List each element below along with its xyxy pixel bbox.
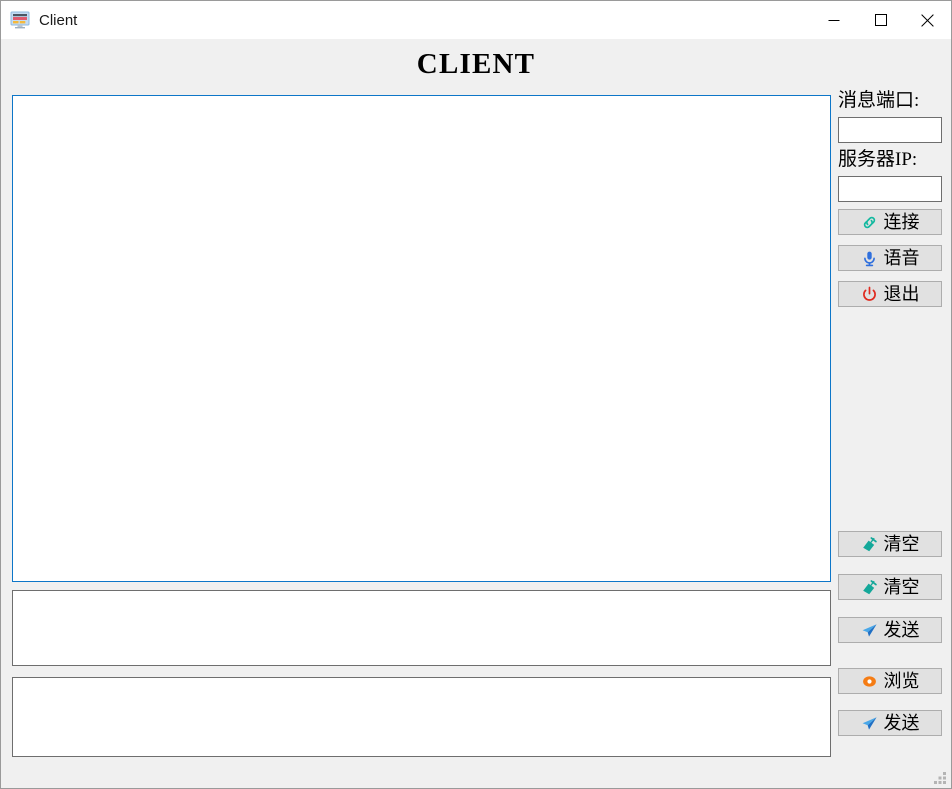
send-file-button[interactable]: 发送 <box>838 710 942 736</box>
send-message-button-label: 发送 <box>883 620 920 640</box>
minimize-button[interactable] <box>810 1 857 39</box>
exit-button[interactable]: 退出 <box>838 281 942 307</box>
window-title: Client <box>39 11 78 29</box>
voice-button-label: 语音 <box>883 248 920 268</box>
clear-message-button-label: 清空 <box>883 577 920 597</box>
browse-button[interactable]: 浏览 <box>838 668 942 694</box>
page-title: CLIENT <box>416 47 536 80</box>
send-file-button-label: 发送 <box>883 713 920 733</box>
connect-button-label: 连接 <box>883 212 920 232</box>
broom-icon <box>861 579 878 596</box>
side-panel: 消息端口: 服务器IP: 连接 语音 退出 清空 清空 发送 浏览 发送 <box>838 89 942 788</box>
close-button[interactable] <box>904 1 951 39</box>
connect-button[interactable]: 连接 <box>838 209 942 235</box>
client-window: Client CLIENT 消息端口: 服务器IP: 连接 语音 退出 清空 清… <box>0 0 952 789</box>
message-textarea-content <box>13 591 830 665</box>
resize-grip-icon <box>934 772 946 784</box>
message-textarea[interactable] <box>12 590 831 666</box>
clear-log-button[interactable]: 清空 <box>838 531 942 557</box>
title-bar: Client <box>1 1 951 39</box>
title-bar-left: Client <box>1 11 77 29</box>
window-controls <box>810 1 951 39</box>
maximize-icon <box>874 14 887 26</box>
page-header: CLIENT <box>1 39 951 89</box>
file-textarea[interactable] <box>12 677 831 757</box>
resize-grip[interactable] <box>934 771 948 785</box>
send-message-button[interactable]: 发送 <box>838 617 942 643</box>
ip-label: 服务器IP: <box>838 149 918 170</box>
voice-button[interactable]: 语音 <box>838 245 942 271</box>
send-icon <box>861 715 878 732</box>
clear-message-button[interactable]: 清空 <box>838 574 942 600</box>
monitor-icon <box>10 11 30 29</box>
link-icon <box>861 214 878 231</box>
ip-input[interactable] <box>838 176 942 202</box>
port-label: 消息端口: <box>838 90 920 111</box>
log-textarea-content <box>13 96 830 581</box>
send-icon <box>861 622 878 639</box>
clear-log-button-label: 清空 <box>883 534 920 554</box>
exit-button-label: 退出 <box>883 284 920 304</box>
browse-button-label: 浏览 <box>883 671 920 691</box>
minimize-icon <box>828 20 839 21</box>
browse-icon <box>861 673 878 690</box>
main-content: 消息端口: 服务器IP: 连接 语音 退出 清空 清空 发送 浏览 发送 <box>1 89 951 788</box>
port-input[interactable] <box>838 117 942 143</box>
power-icon <box>861 286 878 303</box>
log-textarea[interactable] <box>12 95 831 582</box>
file-textarea-content <box>13 678 830 756</box>
broom-icon <box>861 536 878 553</box>
microphone-icon <box>861 250 878 267</box>
close-icon <box>921 13 934 27</box>
maximize-button[interactable] <box>857 1 904 39</box>
